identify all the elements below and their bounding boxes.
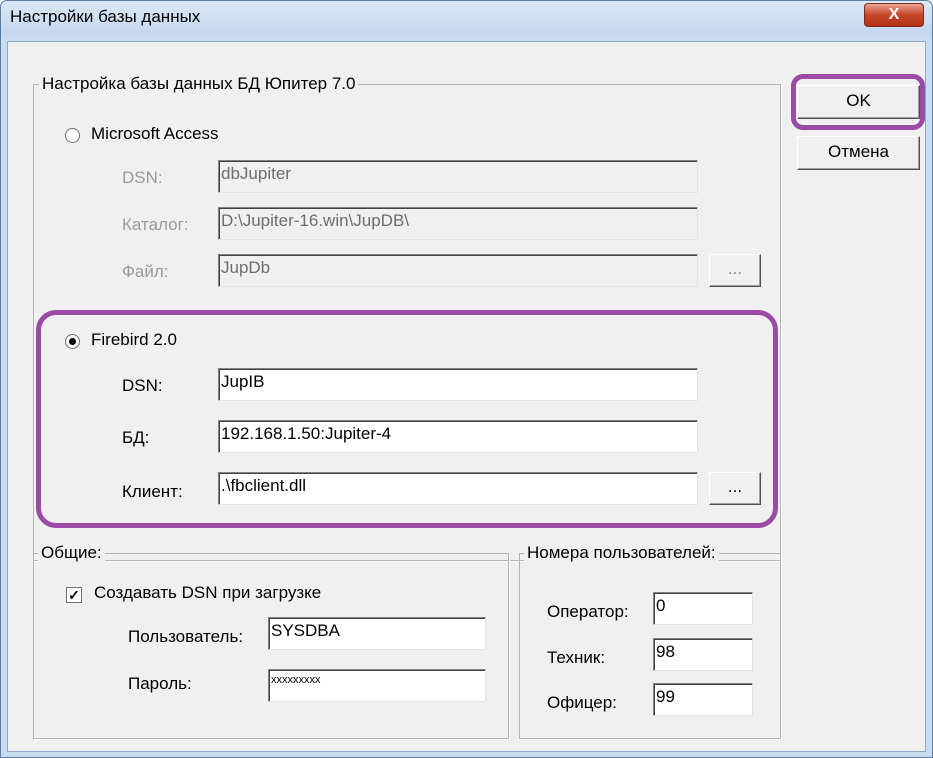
officer-label: Офицер: (547, 693, 617, 712)
access-catalog-label: Каталог: (122, 215, 189, 234)
firebird-client-field[interactable]: .\fbclient.dll (218, 472, 698, 505)
firebird-client-browse-button[interactable]: ... (709, 472, 761, 505)
general-legend: Общие: (38, 543, 105, 563)
access-file-label: Файл: (122, 262, 169, 281)
create-dsn-checkbox[interactable]: ✓ (66, 587, 82, 603)
user-field[interactable]: SYSDBA (268, 617, 486, 650)
officer-field[interactable]: 99 (653, 683, 753, 716)
radio-selected-dot (69, 338, 76, 345)
title-bar[interactable]: Настройки базы данных X (1, 1, 932, 35)
settings-dialog: Настройки базы данных X Настройка базы д… (0, 0, 933, 758)
create-dsn-label: Создавать DSN при загрузке (94, 583, 322, 602)
checkmark-icon: ✓ (68, 587, 80, 603)
user-numbers-legend: Номера пользователей: (524, 543, 719, 563)
db-settings-legend: Настройка базы данных БД Юпитер 7.0 (39, 74, 359, 94)
access-dsn-field[interactable]: dbJupiter (218, 160, 698, 193)
firebird-radio[interactable] (65, 334, 80, 349)
access-file-browse-button[interactable]: ... (709, 254, 761, 287)
tech-label: Техник: (547, 648, 606, 667)
firebird-db-field[interactable]: 192.168.1.50:Jupiter-4 (218, 420, 698, 453)
firebird-client-label: Клиент: (122, 482, 183, 501)
password-label: Пароль: (128, 674, 192, 693)
firebird-dsn-label: DSN: (122, 376, 163, 395)
access-radio[interactable] (65, 128, 80, 143)
firebird-radio-label: Firebird 2.0 (91, 330, 177, 349)
operator-field[interactable]: 0 (653, 592, 753, 625)
dialog-client-area: Настройка базы данных БД Юпитер 7.0 Micr… (7, 41, 926, 752)
password-field[interactable]: xxxxxxxxx (268, 669, 486, 702)
close-icon: X (888, 6, 900, 23)
tech-field[interactable]: 98 (653, 638, 753, 671)
access-radio-label: Microsoft Access (91, 124, 219, 143)
firebird-db-label: БД: (122, 428, 150, 447)
access-file-field[interactable]: JupDb (218, 254, 698, 287)
operator-label: Оператор: (547, 602, 629, 621)
close-button[interactable]: X (864, 3, 924, 27)
user-label: Пользователь: (128, 627, 244, 646)
access-dsn-label: DSN: (122, 168, 163, 187)
cancel-button[interactable]: Отмена (797, 136, 920, 170)
firebird-dsn-field[interactable]: JupIB (218, 368, 698, 401)
access-catalog-field[interactable]: D:\Jupiter-16.win\JupDB\ (218, 207, 698, 240)
ok-button[interactable]: OK (797, 85, 920, 119)
window-title: Настройки базы данных (10, 7, 201, 26)
